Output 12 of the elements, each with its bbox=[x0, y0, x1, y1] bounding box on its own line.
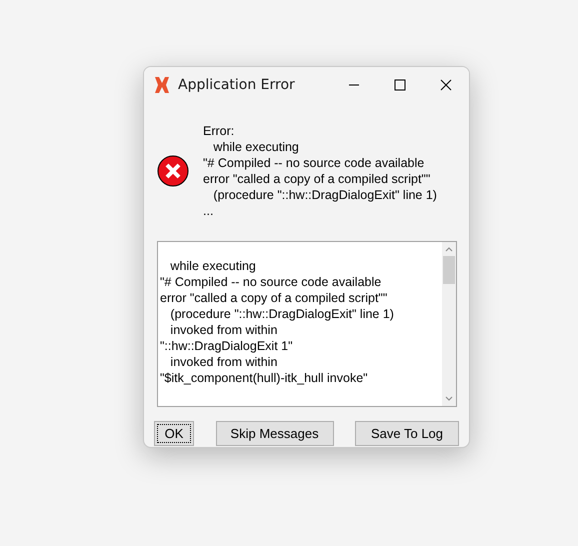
error-message: Error: while executing "# Compiled -- no source code available error "called a copy of a compiled script"" (procedure "::hw::DragDialogExit" line 1) ... bbox=[203, 123, 437, 219]
window-title: Application Error bbox=[178, 77, 296, 93]
dialog-button[interactable]: Save To Log bbox=[355, 421, 459, 446]
dialog-button[interactable]: Skip Messages bbox=[216, 421, 334, 446]
close-icon[interactable] bbox=[440, 79, 452, 91]
error-icon bbox=[157, 155, 189, 187]
dialog-button[interactable]: OK bbox=[154, 421, 194, 446]
scrollbar-thumb[interactable] bbox=[443, 256, 455, 284]
maximize-icon[interactable] bbox=[394, 79, 406, 91]
details-text-area[interactable]: while executing "# Compiled -- no source code available error "called a copy of a compiled script"" (procedure "::hw::DragDialogExit" line 1) invoked from within "::hw::DragDialogExit 1" invoked from within "$itk_component(hull)-itk_hull invoke" bbox=[157, 241, 457, 407]
scrollbar[interactable] bbox=[442, 242, 456, 406]
app-logo-icon bbox=[154, 76, 170, 94]
